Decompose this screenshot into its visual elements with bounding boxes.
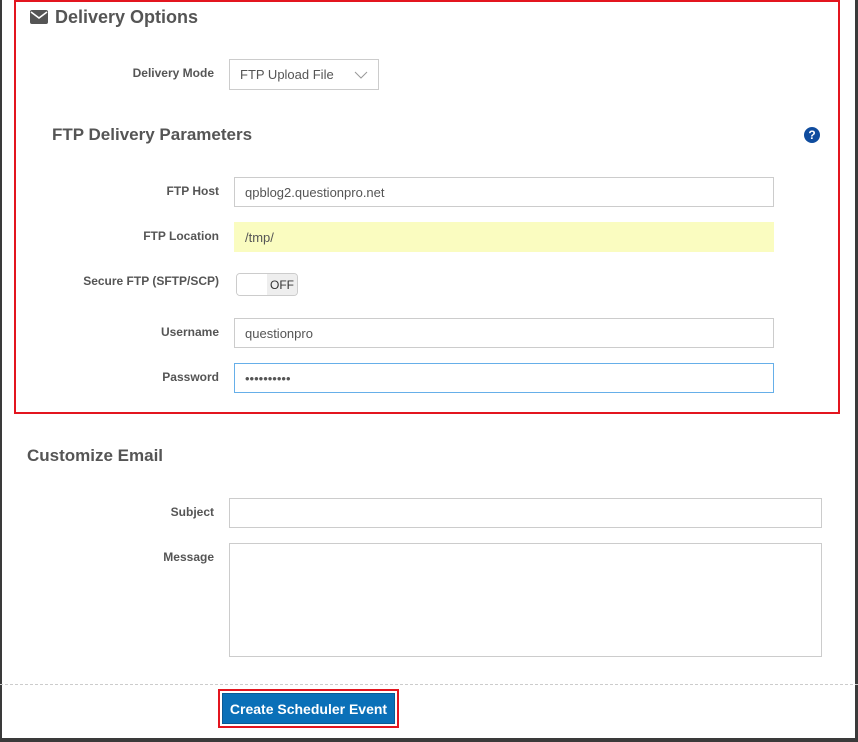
subject-label: Subject (170, 505, 214, 519)
customize-email-title: Customize Email (27, 446, 164, 465)
delivery-mode-select[interactable]: FTP Upload File (229, 59, 379, 90)
username-input[interactable]: questionpro (234, 318, 774, 348)
divider (0, 684, 858, 685)
ftp-location-input[interactable]: /tmp/ (234, 222, 774, 252)
password-label: Password (162, 370, 219, 384)
delivery-mode-label: Delivery Mode (132, 66, 214, 80)
secure-ftp-toggle[interactable]: OFF (236, 273, 298, 296)
ftp-host-input[interactable]: qpblog2.questionpro.net (234, 177, 774, 207)
create-scheduler-event-button[interactable]: Create Scheduler Event (222, 693, 395, 724)
secure-ftp-label: Secure FTP (SFTP/SCP) (83, 274, 219, 288)
username-label: Username (160, 325, 219, 339)
subject-input[interactable] (229, 498, 822, 528)
delivery-highlight (14, 0, 840, 414)
delivery-mode-value: FTP Upload File (240, 67, 334, 82)
chevron-down-icon (354, 71, 368, 79)
help-icon[interactable]: ? (804, 127, 820, 143)
password-input[interactable]: •••••••••• (234, 363, 774, 393)
envelope-icon (30, 10, 48, 24)
delivery-options-title: Delivery Options (55, 7, 199, 27)
ftp-host-label: FTP Host (166, 184, 219, 198)
message-label: Message (163, 550, 214, 564)
ftp-parameters-title: FTP Delivery Parameters (52, 125, 253, 144)
scheduler-form: Delivery Options Delivery Mode FTP Uploa… (2, 0, 855, 738)
message-textarea[interactable] (229, 543, 822, 657)
toggle-state: OFF (267, 274, 297, 295)
ftp-location-label: FTP Location (143, 229, 219, 243)
